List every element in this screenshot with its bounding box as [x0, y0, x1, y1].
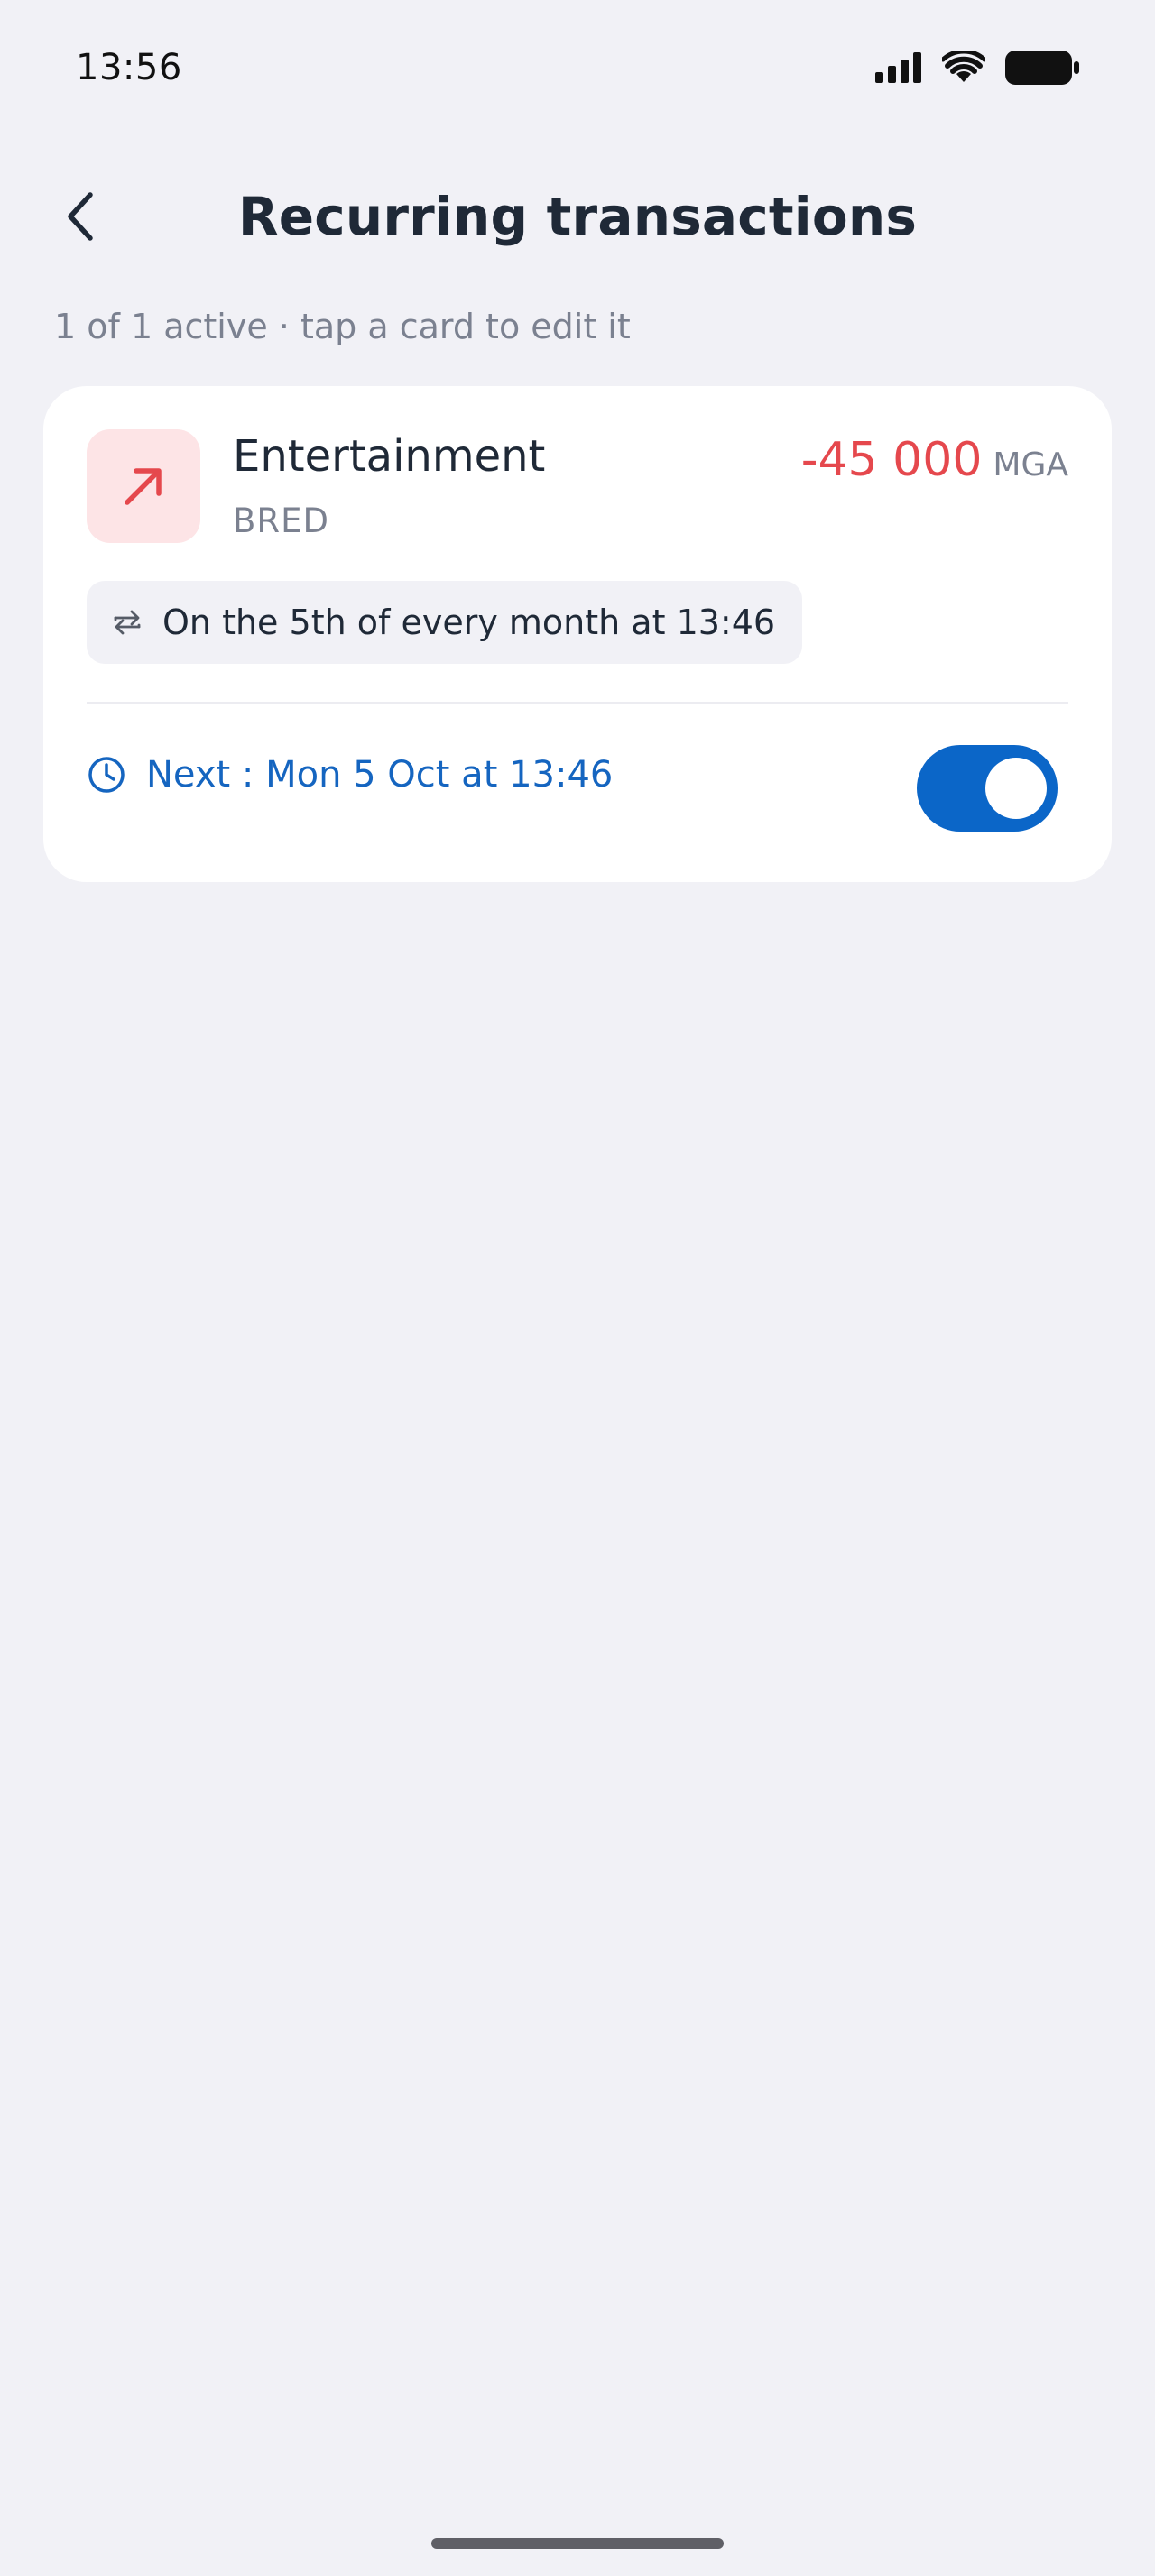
- page-title: Recurring transactions: [237, 186, 918, 247]
- status-bar: 13:56: [0, 0, 1155, 135]
- status-icons: [875, 51, 1079, 85]
- wifi-icon: [942, 51, 985, 82]
- toggle-knob: [985, 758, 1047, 819]
- currency: MGA: [993, 446, 1068, 483]
- repeat-icon: [114, 610, 141, 635]
- header: Recurring transactions: [0, 171, 1155, 262]
- next-occurrence: Next : Mon 5 Oct at 13:46: [87, 754, 613, 796]
- amount: -45 000: [800, 433, 983, 487]
- divider: [87, 702, 1068, 704]
- status-time: 13:56: [76, 47, 182, 88]
- arrow-up-right-icon: [125, 468, 162, 505]
- signal-icon: [875, 52, 921, 83]
- category-icon-box: [87, 429, 200, 543]
- active-toggle[interactable]: [917, 745, 1058, 832]
- account-name: BRED: [233, 501, 329, 540]
- schedule-text: On the 5th of every month at 13:46: [162, 603, 776, 642]
- next-occurrence-text: Next : Mon 5 Oct at 13:46: [146, 754, 614, 796]
- recurring-transaction-card[interactable]: Entertainment BRED -45 000 MGA On the 5t…: [43, 386, 1112, 882]
- amount-wrap: -45 000 MGA: [801, 433, 1068, 487]
- home-indicator: [431, 2538, 724, 2549]
- schedule-pill: On the 5th of every month at 13:46: [87, 581, 803, 664]
- category-name: Entertainment: [233, 431, 546, 482]
- clock-icon: [88, 757, 125, 793]
- subtitle: 1 of 1 active · tap a card to edit it: [54, 307, 631, 346]
- battery-icon: [1005, 51, 1079, 85]
